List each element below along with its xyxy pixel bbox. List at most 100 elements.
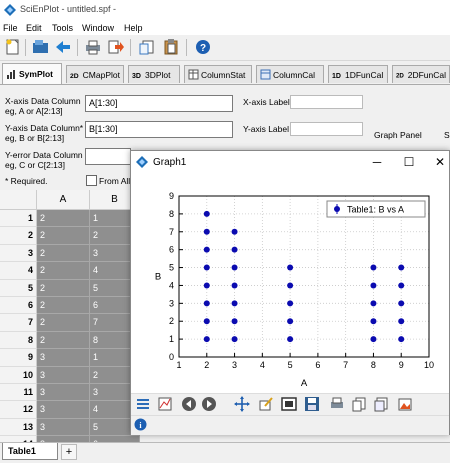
table-row[interactable]: 931 bbox=[0, 349, 140, 367]
data-point[interactable] bbox=[231, 282, 238, 289]
cell-a[interactable]: 3 bbox=[37, 349, 90, 367]
table-row[interactable]: 12 3 4 bbox=[0, 401, 140, 419]
menu-help[interactable]: Help bbox=[124, 23, 143, 33]
cell-a[interactable]: 3 bbox=[37, 418, 90, 437]
data-point[interactable] bbox=[370, 282, 377, 289]
from-all-checkbox[interactable] bbox=[86, 175, 97, 186]
data-point[interactable] bbox=[231, 228, 238, 235]
copy-icon[interactable] bbox=[138, 38, 156, 56]
row-number[interactable]: 4 bbox=[0, 262, 37, 280]
data-point[interactable] bbox=[370, 318, 377, 325]
data-point[interactable] bbox=[398, 300, 405, 307]
table-row[interactable]: 10 3 2 bbox=[0, 366, 140, 384]
table-row[interactable]: 13 3 5 bbox=[0, 418, 140, 437]
table-row[interactable]: 525 bbox=[0, 279, 140, 297]
row-number[interactable]: 12 bbox=[0, 401, 37, 419]
pan-icon[interactable] bbox=[234, 396, 250, 412]
new-file-icon[interactable] bbox=[4, 38, 22, 56]
tab-columncal[interactable]: ColumnCal bbox=[256, 65, 324, 83]
table-row[interactable]: 222 bbox=[0, 227, 140, 245]
data-point[interactable] bbox=[287, 282, 294, 289]
cell-a[interactable]: 3 bbox=[37, 401, 90, 419]
x-column-input[interactable]: A[1:30] bbox=[85, 95, 233, 112]
tab-symplot[interactable]: SymPlot bbox=[2, 63, 62, 84]
data-point[interactable] bbox=[203, 264, 210, 271]
data-point[interactable] bbox=[203, 246, 210, 253]
data-point[interactable] bbox=[370, 264, 377, 271]
tab-1dfuncal[interactable]: 1D 1DFunCal bbox=[328, 65, 388, 83]
row-number[interactable]: 2 bbox=[0, 227, 37, 245]
tab-3dplot[interactable]: 3D 3DPlot bbox=[128, 65, 180, 83]
edit-properties-icon[interactable] bbox=[258, 396, 274, 412]
forward-icon[interactable] bbox=[201, 396, 217, 412]
edit-curve-icon[interactable] bbox=[157, 396, 173, 412]
cell-a[interactable]: 3 bbox=[37, 366, 90, 384]
import-arrow-icon[interactable] bbox=[54, 38, 72, 56]
cell-a[interactable]: 2 bbox=[37, 262, 90, 280]
table-row[interactable]: 424 bbox=[0, 262, 140, 280]
graph-title-bar[interactable]: Graph1 ─ ☐ ✕ bbox=[131, 151, 449, 173]
tab-columnstat[interactable]: ColumnStat bbox=[184, 65, 252, 83]
data-point[interactable] bbox=[398, 264, 405, 271]
data-point[interactable] bbox=[398, 318, 405, 325]
table-row[interactable]: 727 bbox=[0, 314, 140, 332]
table-row[interactable]: 828 bbox=[0, 331, 140, 350]
data-point[interactable] bbox=[398, 282, 405, 289]
tab-2dfuncal[interactable]: 2D 2DFunCal bbox=[392, 65, 450, 83]
row-number[interactable]: 1 bbox=[0, 210, 37, 228]
help-icon[interactable]: ? bbox=[194, 38, 212, 56]
plot-area[interactable]: 1 2 3 4 5 6 7 8 9 10 0 1 2 3 4 5 6 7 8 9 A B Table1: B vs A bbox=[131, 173, 449, 391]
row-number[interactable]: 13 bbox=[0, 418, 37, 437]
export-image-icon[interactable] bbox=[397, 396, 413, 412]
row-number[interactable]: 8 bbox=[0, 331, 37, 350]
data-point[interactable] bbox=[203, 318, 210, 325]
data-point[interactable] bbox=[398, 336, 405, 343]
maximize-button[interactable]: ☐ bbox=[401, 154, 417, 170]
save-icon[interactable] bbox=[304, 396, 320, 412]
xaxis-label-input[interactable] bbox=[290, 95, 363, 109]
data-point[interactable] bbox=[203, 282, 210, 289]
table-row[interactable]: 11 3 3 bbox=[0, 384, 140, 402]
duplicate-plot-icon[interactable] bbox=[373, 396, 389, 412]
data-point[interactable] bbox=[231, 318, 238, 325]
row-number[interactable]: 10 bbox=[0, 366, 37, 384]
row-number[interactable]: 5 bbox=[0, 279, 37, 297]
table-row[interactable]: 626 bbox=[0, 297, 140, 315]
row-number[interactable]: 11 bbox=[0, 384, 37, 402]
data-point[interactable] bbox=[203, 336, 210, 343]
open-folder-icon[interactable] bbox=[32, 38, 50, 56]
print-plot-icon[interactable] bbox=[329, 396, 345, 412]
menu-edit[interactable]: Edit bbox=[26, 23, 42, 33]
paste-icon[interactable] bbox=[162, 38, 180, 56]
row-number[interactable]: 9 bbox=[0, 349, 37, 367]
column-header-a[interactable]: A bbox=[37, 190, 90, 210]
scatter-chart[interactable]: 1 2 3 4 5 6 7 8 9 100123456789ABTable1: B vs A bbox=[131, 173, 449, 391]
row-number[interactable]: 3 bbox=[0, 244, 37, 263]
cell-a[interactable]: 2 bbox=[37, 314, 90, 332]
cell-a[interactable]: 2 bbox=[37, 210, 90, 228]
data-point[interactable] bbox=[231, 264, 238, 271]
menu-lines-icon[interactable] bbox=[135, 396, 151, 412]
data-point[interactable] bbox=[203, 210, 210, 217]
menu-window[interactable]: Window bbox=[82, 23, 114, 33]
row-number[interactable]: 7 bbox=[0, 314, 37, 332]
copy-plot-icon[interactable] bbox=[351, 396, 367, 412]
data-point[interactable] bbox=[231, 300, 238, 307]
yaxis-label-input[interactable] bbox=[290, 122, 363, 136]
cell-a[interactable]: 2 bbox=[37, 227, 90, 245]
row-number[interactable]: 6 bbox=[0, 297, 37, 315]
data-point[interactable] bbox=[287, 264, 294, 271]
add-sheet-button[interactable]: + bbox=[61, 444, 77, 460]
data-point[interactable] bbox=[287, 336, 294, 343]
sheet-tab-table1[interactable]: Table1 bbox=[2, 443, 58, 460]
tab-cmapplot[interactable]: 2D CMapPlot bbox=[66, 65, 124, 83]
cell-a[interactable]: 2 bbox=[37, 279, 90, 297]
data-point[interactable] bbox=[231, 336, 238, 343]
data-point[interactable] bbox=[203, 300, 210, 307]
zoom-box-icon[interactable] bbox=[281, 396, 297, 412]
table-row[interactable]: 323 bbox=[0, 244, 140, 263]
data-point[interactable] bbox=[231, 246, 238, 253]
table-row[interactable]: 121 bbox=[0, 210, 140, 228]
cell-a[interactable]: 3 bbox=[37, 384, 90, 402]
data-point[interactable] bbox=[370, 300, 377, 307]
